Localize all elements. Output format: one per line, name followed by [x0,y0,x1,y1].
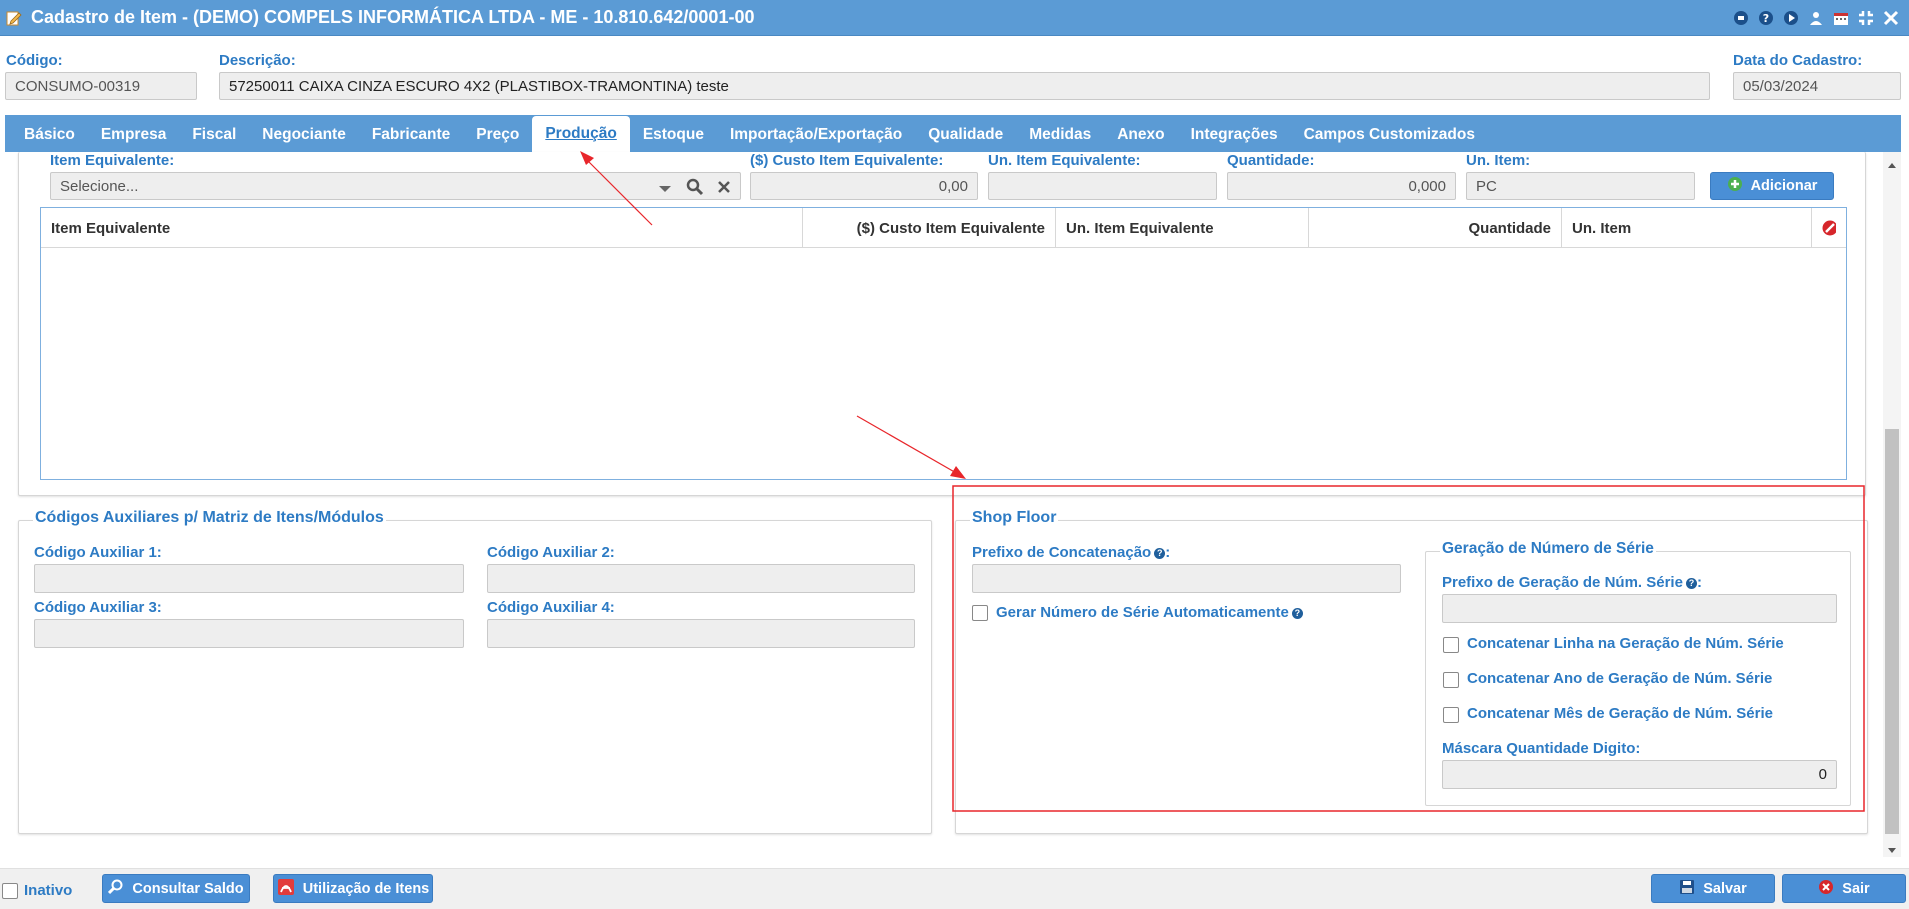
utilizacao-itens-button[interactable]: Utilização de Itens [273,874,433,903]
consultar-saldo-label: Consultar Saldo [132,880,244,897]
annotation-overlay [580,151,1865,812]
salvar-label: Salvar [1703,880,1747,897]
consultar-saldo-button[interactable]: Consultar Saldo [102,874,250,903]
exit-icon [1818,879,1834,899]
utilizacao-itens-label: Utilização de Itens [302,880,430,897]
annotation-arrow-head [580,151,594,165]
annotation-arrow-head [950,466,966,479]
annotation-arrow-line [856,415,959,475]
footer-bar: Inativo Consultar Saldo Utilização de It… [0,868,1909,909]
pdf-icon [277,878,295,900]
search-icon [108,879,124,899]
sair-label: Sair [1842,880,1870,897]
save-icon [1679,879,1695,899]
inativo-checkbox[interactable] [2,883,18,899]
inativo-label: Inativo [24,882,73,899]
salvar-button[interactable]: Salvar [1651,874,1775,903]
sair-button[interactable]: Sair [1782,874,1906,903]
annotation-arrow-line [583,156,653,226]
highlight-rect [952,485,1865,812]
